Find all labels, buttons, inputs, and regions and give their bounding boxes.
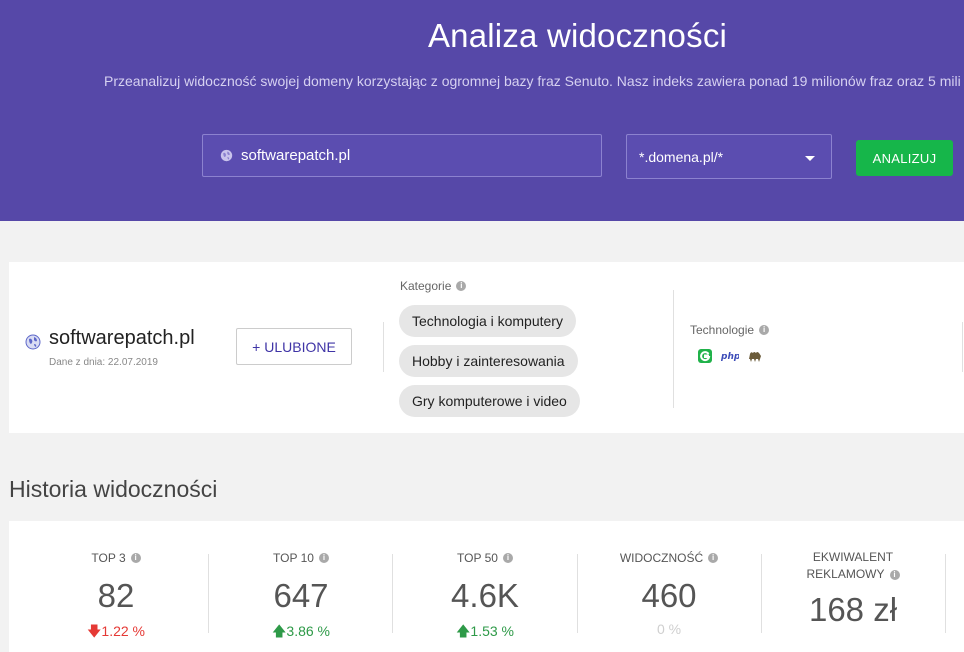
analyze-button[interactable]: ANALIZUJ <box>856 140 953 176</box>
stat-label: TOP 50 <box>457 551 498 565</box>
category-chip[interactable]: Gry komputerowe i video <box>399 385 580 417</box>
info-icon[interactable]: i <box>130 553 141 563</box>
section-title: Historia widoczności <box>9 476 218 502</box>
info-icon[interactable]: i <box>456 281 467 291</box>
divider <box>383 322 384 372</box>
visibility-stats: TOP 3i 82 🡇1.22 % TOP 10 i 647 🡅3.86 % TO… <box>9 521 964 652</box>
info-icon[interactable]: i <box>502 553 513 563</box>
php-icon[interactable]: php <box>721 350 739 362</box>
stat-top10: TOP 10 i 647 🡅3.86 % <box>209 521 393 652</box>
stat-change: 🡅3.86 % <box>209 621 393 645</box>
stat-ad-equivalent: EKWIWALENT REKLAMOWY i 168 zł <box>761 521 945 652</box>
stat-top3: TOP 3 i 82 🡇1.22 % <box>24 521 208 652</box>
stat-change-value: 3.86 % <box>286 623 330 639</box>
divider <box>945 554 946 633</box>
divider <box>673 290 674 408</box>
info-icon[interactable]: i <box>318 553 329 563</box>
stat-top50: TOP 50 i 4.6K 🡅1.53 % <box>393 521 577 652</box>
arrow-up-icon: 🡅 <box>272 623 287 639</box>
info-icon[interactable]: i <box>759 325 770 335</box>
stat-label: WIDOCZNOŚĆ <box>619 551 704 565</box>
globe-icon <box>25 334 41 350</box>
svg-text:php: php <box>721 352 739 362</box>
stat-value: 82 <box>97 577 135 614</box>
stat-change: 🡅1.53 % <box>393 621 577 645</box>
domain-input[interactable]: softwarepatch.pl <box>202 134 602 177</box>
domain-input-value: softwarepatch.pl <box>241 147 351 164</box>
category-chip[interactable]: Hobby i zainteresowania <box>399 345 578 377</box>
domain-name: softwarepatch.pl <box>49 327 195 349</box>
stat-change: 🡇1.22 % <box>24 621 208 645</box>
stat-label-line1: EKWIWALENT <box>812 550 894 564</box>
stat-visibility: WIDOCZNOŚĆ i 460 0 % <box>577 521 761 652</box>
categories-label: Kategorie i <box>400 279 467 293</box>
info-icon[interactable]: i <box>889 569 900 580</box>
stat-value: 460 <box>641 577 697 614</box>
hero-header: Analiza widoczności Przeanalizuj widoczn… <box>0 0 964 221</box>
stat-change-value: 1.53 % <box>470 623 514 639</box>
divider <box>962 322 963 372</box>
stat-change: 0 % <box>656 621 682 637</box>
technologies-label: Technologie i <box>690 323 770 337</box>
arrow-up-icon: 🡅 <box>456 623 471 639</box>
data-date: Dane z dnia: 22.07.2019 <box>49 357 158 368</box>
stat-value: 4.6K <box>451 577 519 614</box>
arrow-down-icon: 🡇 <box>87 623 102 639</box>
stat-value: 168 zł <box>808 591 898 628</box>
domain-card: softwarepatch.pl Dane z dnia: 22.07.2019… <box>9 262 964 433</box>
technology-icons: php <box>697 348 763 364</box>
scope-select[interactable]: *.domena.pl/* <box>626 134 832 179</box>
globe-icon <box>220 149 233 162</box>
stat-label: TOP 3 <box>91 551 126 565</box>
info-icon[interactable]: i <box>708 553 719 563</box>
camel-icon[interactable] <box>747 348 763 364</box>
category-chip[interactable]: Technologia i komputery <box>399 305 576 337</box>
stat-value: 647 <box>273 577 329 614</box>
stat-label: TOP 10 <box>273 551 314 565</box>
categories-label-text: Kategorie <box>400 279 452 293</box>
chevron-down-icon <box>805 156 815 161</box>
page-subtitle: Przeanalizuj widoczność swojej domeny ko… <box>104 73 961 89</box>
add-favorite-button[interactable]: + ULUBIONE <box>236 328 352 365</box>
stat-label-line2: REKLAMOWY <box>806 567 885 581</box>
google-g-icon[interactable] <box>697 348 713 364</box>
technologies-label-text: Technologie <box>690 323 755 337</box>
page-title: Analiza widoczności <box>427 17 728 54</box>
stat-change-value: 1.22 % <box>101 623 145 639</box>
scope-select-value: *.domena.pl/* <box>639 148 724 165</box>
